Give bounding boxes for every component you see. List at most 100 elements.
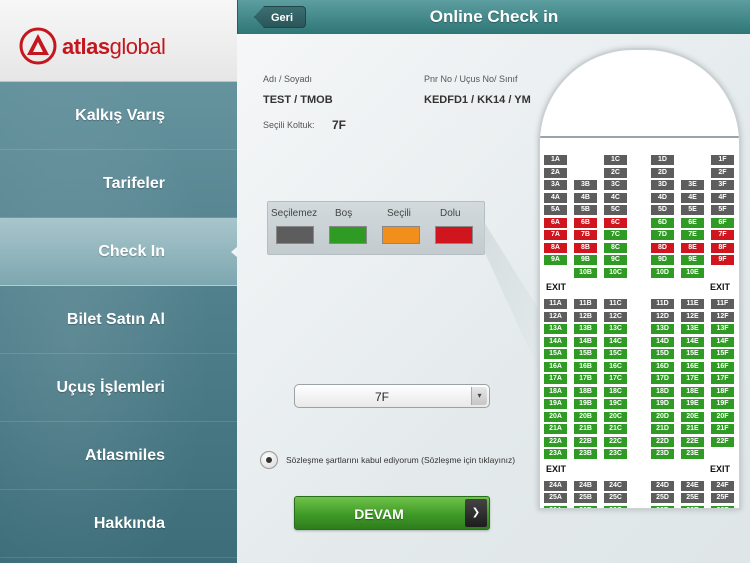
seat-7C[interactable]: 7C bbox=[604, 230, 627, 240]
seat-7F[interactable]: 7F bbox=[711, 230, 734, 240]
seat-22F[interactable]: 22F bbox=[711, 436, 734, 447]
seat-9D[interactable]: 9D bbox=[651, 255, 674, 265]
seat-8F[interactable]: 8F bbox=[711, 242, 734, 253]
sidebar-item-1[interactable]: Tarifeler bbox=[0, 150, 237, 218]
seat-16F[interactable]: 16F bbox=[711, 361, 734, 372]
seat-23D[interactable]: 23D bbox=[651, 449, 674, 459]
seat-8A[interactable]: 8A bbox=[544, 242, 567, 253]
seat-20A[interactable]: 20A bbox=[544, 411, 567, 422]
seat-14E[interactable]: 14E bbox=[681, 336, 704, 347]
seat-20F[interactable]: 20F bbox=[711, 411, 734, 422]
sidebar-item-6[interactable]: Hakkında bbox=[0, 490, 237, 558]
seat-21C[interactable]: 21C bbox=[604, 424, 627, 434]
seat-21B[interactable]: 21B bbox=[574, 424, 597, 434]
seat-20E[interactable]: 20E bbox=[681, 411, 704, 422]
seat-10D[interactable]: 10D bbox=[651, 267, 674, 278]
seat-16D[interactable]: 16D bbox=[651, 361, 674, 372]
seat-21E[interactable]: 21E bbox=[681, 424, 704, 434]
seat-6D[interactable]: 6D bbox=[651, 217, 674, 228]
seat-26A[interactable]: 26A bbox=[544, 505, 567, 508]
seat-23C[interactable]: 23C bbox=[604, 449, 627, 459]
seat-6E[interactable]: 6E bbox=[681, 217, 704, 228]
seat-17A[interactable]: 17A bbox=[544, 374, 567, 384]
seat-9B[interactable]: 9B bbox=[574, 255, 597, 265]
seat-7A[interactable]: 7A bbox=[544, 230, 567, 240]
seat-9A[interactable]: 9A bbox=[544, 255, 567, 265]
seat-18F[interactable]: 18F bbox=[711, 386, 734, 397]
terms-link[interactable]: Sözleşme şartlarını kabul ediyorum (Sözl… bbox=[286, 455, 515, 465]
seat-15F[interactable]: 15F bbox=[711, 349, 734, 359]
seat-22D[interactable]: 22D bbox=[651, 436, 674, 447]
seat-8C[interactable]: 8C bbox=[604, 242, 627, 253]
seat-16E[interactable]: 16E bbox=[681, 361, 704, 372]
seat-18B[interactable]: 18B bbox=[574, 386, 597, 397]
seat-14B[interactable]: 14B bbox=[574, 336, 597, 347]
seat-10E[interactable]: 10E bbox=[681, 267, 704, 278]
seat-18C[interactable]: 18C bbox=[604, 386, 627, 397]
seat-7E[interactable]: 7E bbox=[681, 230, 704, 240]
seat-13C[interactable]: 13C bbox=[604, 324, 627, 334]
seat-17D[interactable]: 17D bbox=[651, 374, 674, 384]
seat-20C[interactable]: 20C bbox=[604, 411, 627, 422]
seat-22B[interactable]: 22B bbox=[574, 436, 597, 447]
seat-14F[interactable]: 14F bbox=[711, 336, 734, 347]
seat-26C[interactable]: 26C bbox=[604, 505, 627, 508]
seat-8E[interactable]: 8E bbox=[681, 242, 704, 253]
seat-17C[interactable]: 17C bbox=[604, 374, 627, 384]
seat-15A[interactable]: 15A bbox=[544, 349, 567, 359]
seat-22C[interactable]: 22C bbox=[604, 436, 627, 447]
seat-26B[interactable]: 26B bbox=[574, 505, 597, 508]
seat-21F[interactable]: 21F bbox=[711, 424, 734, 434]
terms-radio[interactable] bbox=[260, 451, 278, 469]
seat-17F[interactable]: 17F bbox=[711, 374, 734, 384]
seat-8B[interactable]: 8B bbox=[574, 242, 597, 253]
seat-14C[interactable]: 14C bbox=[604, 336, 627, 347]
seat-6B[interactable]: 6B bbox=[574, 217, 597, 228]
sidebar-item-3[interactable]: Bilet Satın Al bbox=[0, 286, 237, 354]
seat-13D[interactable]: 13D bbox=[651, 324, 674, 334]
seat-26E[interactable]: 26E bbox=[681, 505, 704, 508]
seat-6A[interactable]: 6A bbox=[544, 217, 567, 228]
seat-18D[interactable]: 18D bbox=[651, 386, 674, 397]
seat-19B[interactable]: 19B bbox=[574, 399, 597, 409]
seat-9E[interactable]: 9E bbox=[681, 255, 704, 265]
seat-26D[interactable]: 26D bbox=[651, 505, 674, 508]
sidebar-item-4[interactable]: Uçuş İşlemleri bbox=[0, 354, 237, 422]
seat-19F[interactable]: 19F bbox=[711, 399, 734, 409]
seat-13E[interactable]: 13E bbox=[681, 324, 704, 334]
seat-19C[interactable]: 19C bbox=[604, 399, 627, 409]
seat-16A[interactable]: 16A bbox=[544, 361, 567, 372]
seat-13B[interactable]: 13B bbox=[574, 324, 597, 334]
seat-13F[interactable]: 13F bbox=[711, 324, 734, 334]
seat-19A[interactable]: 19A bbox=[544, 399, 567, 409]
seat-23A[interactable]: 23A bbox=[544, 449, 567, 459]
seat-select[interactable]: 7F ▾ bbox=[294, 384, 490, 408]
seat-18E[interactable]: 18E bbox=[681, 386, 704, 397]
seat-15B[interactable]: 15B bbox=[574, 349, 597, 359]
continue-button[interactable]: DEVAM ❯ bbox=[294, 496, 490, 530]
seat-10B[interactable]: 10B bbox=[574, 267, 597, 278]
seat-19E[interactable]: 19E bbox=[681, 399, 704, 409]
seat-7B[interactable]: 7B bbox=[574, 230, 597, 240]
sidebar-item-5[interactable]: Atlasmiles bbox=[0, 422, 237, 490]
seat-16C[interactable]: 16C bbox=[604, 361, 627, 372]
seat-26F[interactable]: 26F bbox=[711, 505, 734, 508]
seat-6F[interactable]: 6F bbox=[711, 217, 734, 228]
seat-19D[interactable]: 19D bbox=[651, 399, 674, 409]
seat-9C[interactable]: 9C bbox=[604, 255, 627, 265]
seat-6C[interactable]: 6C bbox=[604, 217, 627, 228]
seat-13A[interactable]: 13A bbox=[544, 324, 567, 334]
seat-21D[interactable]: 21D bbox=[651, 424, 674, 434]
seat-17B[interactable]: 17B bbox=[574, 374, 597, 384]
seat-20D[interactable]: 20D bbox=[651, 411, 674, 422]
seat-10C[interactable]: 10C bbox=[604, 267, 627, 278]
seat-17E[interactable]: 17E bbox=[681, 374, 704, 384]
seat-8D[interactable]: 8D bbox=[651, 242, 674, 253]
seat-7D[interactable]: 7D bbox=[651, 230, 674, 240]
seat-23E[interactable]: 23E bbox=[681, 449, 704, 459]
seat-14A[interactable]: 14A bbox=[544, 336, 567, 347]
seat-22A[interactable]: 22A bbox=[544, 436, 567, 447]
seat-18A[interactable]: 18A bbox=[544, 386, 567, 397]
seat-22E[interactable]: 22E bbox=[681, 436, 704, 447]
seat-21A[interactable]: 21A bbox=[544, 424, 567, 434]
